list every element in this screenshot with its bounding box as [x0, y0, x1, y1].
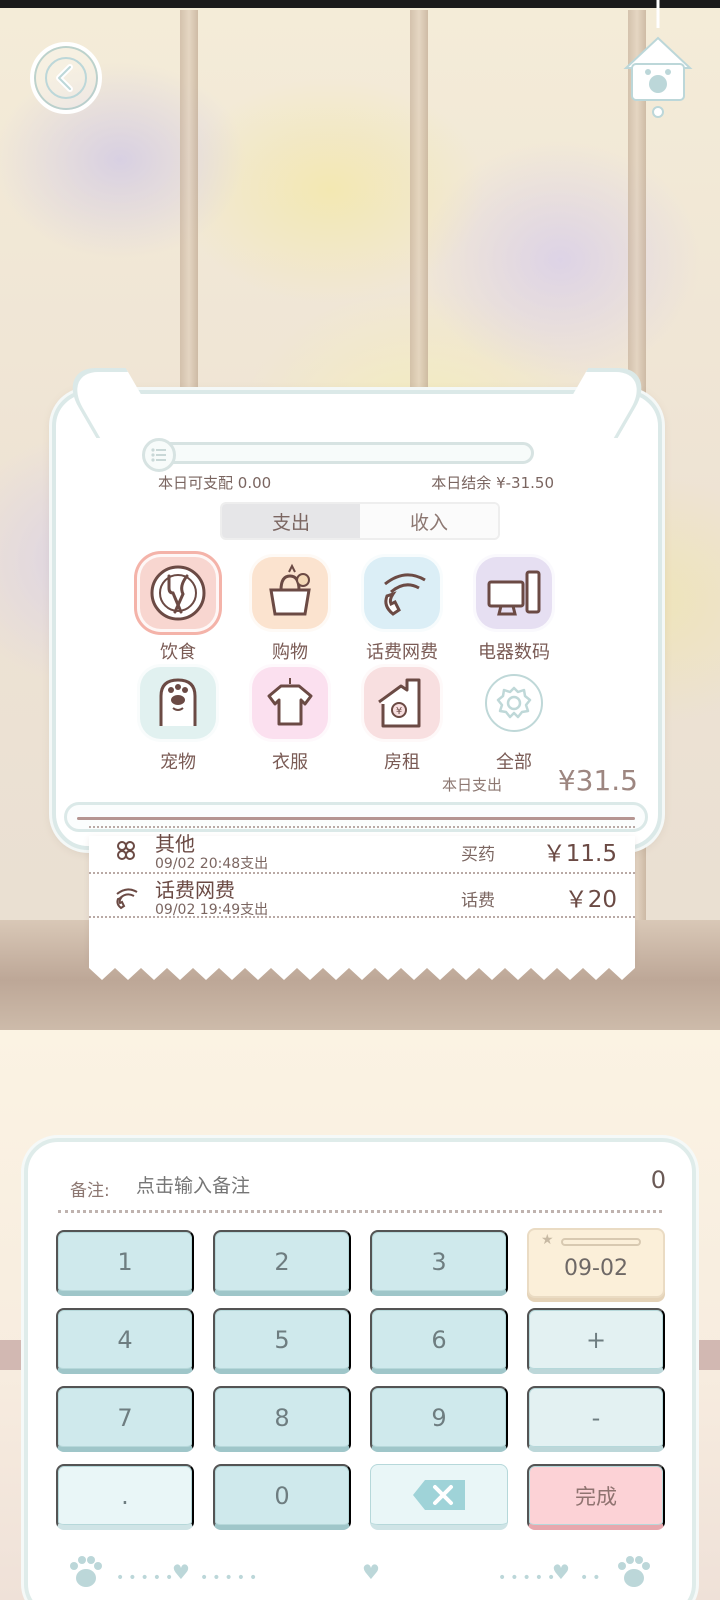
status-strip	[0, 0, 720, 8]
dots-decoration: ••	[580, 1570, 605, 1586]
list-item[interactable]: 话费网费 09/02 19:49支出 话费 ￥20	[89, 872, 635, 918]
chevron-left-icon	[45, 57, 87, 99]
computer-icon	[473, 554, 555, 632]
back-button[interactable]	[30, 42, 102, 114]
key-3[interactable]: 3	[370, 1230, 508, 1296]
key-plus[interactable]: +	[527, 1308, 665, 1374]
category-label: 宠物	[160, 752, 196, 773]
category-label: 电器数码	[478, 642, 550, 663]
category-label: 饮食	[160, 642, 196, 663]
amount-display: 0	[650, 1166, 666, 1194]
category-clothes[interactable]: 衣服	[240, 664, 340, 774]
dots-decoration: •••••	[200, 1570, 262, 1586]
category-label: 话费网费	[366, 642, 438, 663]
clothes-icon	[249, 664, 331, 742]
date-note-decoration	[561, 1238, 641, 1246]
receipt-torn-edge	[89, 962, 635, 980]
dots-decoration: •••••	[498, 1570, 560, 1586]
note-divider	[58, 1210, 662, 1213]
category-electronics[interactable]: 电器数码	[464, 554, 564, 664]
key-1[interactable]: 1	[56, 1230, 194, 1296]
tab-expense[interactable]: 支出	[222, 504, 360, 538]
balance-value: ¥-31.50	[496, 474, 554, 492]
record-note: 买药	[461, 845, 495, 865]
backspace-button[interactable]	[370, 1464, 508, 1530]
today-expense-amount: ¥31.5	[557, 764, 638, 797]
paw-icon	[618, 1556, 650, 1587]
backspace-icon	[413, 1479, 465, 1510]
available-value: 0.00	[237, 474, 272, 492]
shopping-bag-icon	[249, 554, 331, 632]
category-phone[interactable]: 话费网费	[352, 554, 452, 664]
phone-wifi-icon	[116, 888, 138, 910]
category-card: 本日可支配 0.00 本日结余 ¥-31.50 支出 收入 饮食 购物 话费网费…	[52, 368, 662, 850]
dots-decoration: •••••	[116, 1570, 178, 1586]
key-minus[interactable]: -	[527, 1386, 665, 1452]
key-7[interactable]: 7	[56, 1386, 194, 1452]
daily-balance: 本日结余 ¥-31.50	[431, 472, 554, 493]
star-icon: ★	[541, 1232, 554, 1248]
budget-progress-bar	[144, 442, 534, 464]
heart-icon: ♥	[362, 1560, 380, 1584]
date-picker-button[interactable]: ★ 09-02	[527, 1228, 665, 1298]
pet-icon	[137, 664, 219, 742]
record-amount: ￥20	[564, 887, 617, 913]
phone-wifi-icon	[361, 554, 443, 632]
record-note: 话费	[461, 891, 495, 911]
available-label: 本日可支配	[158, 474, 234, 492]
home-icon[interactable]	[618, 0, 698, 120]
decorative-footer: ••••• ♥ ••••• ♥ ••••• ♥ ••	[68, 1552, 652, 1592]
category-shopping[interactable]: 购物	[240, 554, 340, 664]
svg-text:¥: ¥	[396, 706, 402, 717]
available-budget: 本日可支配 0.00	[158, 472, 271, 493]
key-9[interactable]: 9	[370, 1386, 508, 1452]
key-2[interactable]: 2	[213, 1230, 351, 1296]
type-tabs: 支出 收入	[220, 502, 500, 540]
category-label: 全部	[496, 752, 532, 773]
key-8[interactable]: 8	[213, 1386, 351, 1452]
key-4[interactable]: 4	[56, 1308, 194, 1374]
heart-icon: ♥	[552, 1560, 570, 1584]
key-dot[interactable]: .	[56, 1464, 194, 1530]
tab-income[interactable]: 收入	[360, 504, 498, 538]
date-value: 09-02	[564, 1256, 628, 1281]
list-icon[interactable]	[142, 438, 176, 472]
paw-icon	[70, 1556, 102, 1587]
category-all[interactable]: 全部	[464, 664, 564, 774]
utensils-icon	[137, 554, 219, 632]
key-0[interactable]: 0	[213, 1464, 351, 1530]
note-label: 备注:	[70, 1181, 110, 1201]
done-button[interactable]: 完成	[527, 1464, 665, 1530]
key-6[interactable]: 6	[370, 1308, 508, 1374]
category-label: 衣服	[272, 752, 308, 773]
note-input[interactable]	[136, 1172, 476, 1200]
category-label: 购物	[272, 642, 308, 663]
heart-icon: ♥	[172, 1560, 190, 1584]
receipt-list: 其他 09/02 20:48支出 买药 ￥11.5 话费网费 09/02 19:…	[89, 826, 635, 962]
house-rent-icon: ¥	[361, 664, 443, 742]
record-amount: ￥11.5	[542, 841, 617, 867]
other-icon	[117, 841, 135, 860]
gear-icon	[473, 664, 555, 742]
category-label: 房租	[384, 752, 420, 773]
category-rent[interactable]: ¥ 房租	[352, 664, 452, 774]
record-time: 09/02 20:48支出	[155, 856, 269, 872]
category-food[interactable]: 饮食	[128, 554, 228, 664]
entry-panel: 备注: 0 1 2 3 ★ 09-02 4 5 6 + 7 8 9 - . 0 …	[24, 1138, 696, 1600]
key-5[interactable]: 5	[213, 1308, 351, 1374]
list-item[interactable]: 其他 09/02 20:48支出 买药 ￥11.5	[89, 826, 635, 872]
today-expense-label: 本日支出	[442, 776, 503, 794]
record-time: 09/02 19:49支出	[155, 902, 269, 918]
category-pet[interactable]: 宠物	[128, 664, 228, 774]
balance-label: 本日结余	[431, 474, 492, 492]
